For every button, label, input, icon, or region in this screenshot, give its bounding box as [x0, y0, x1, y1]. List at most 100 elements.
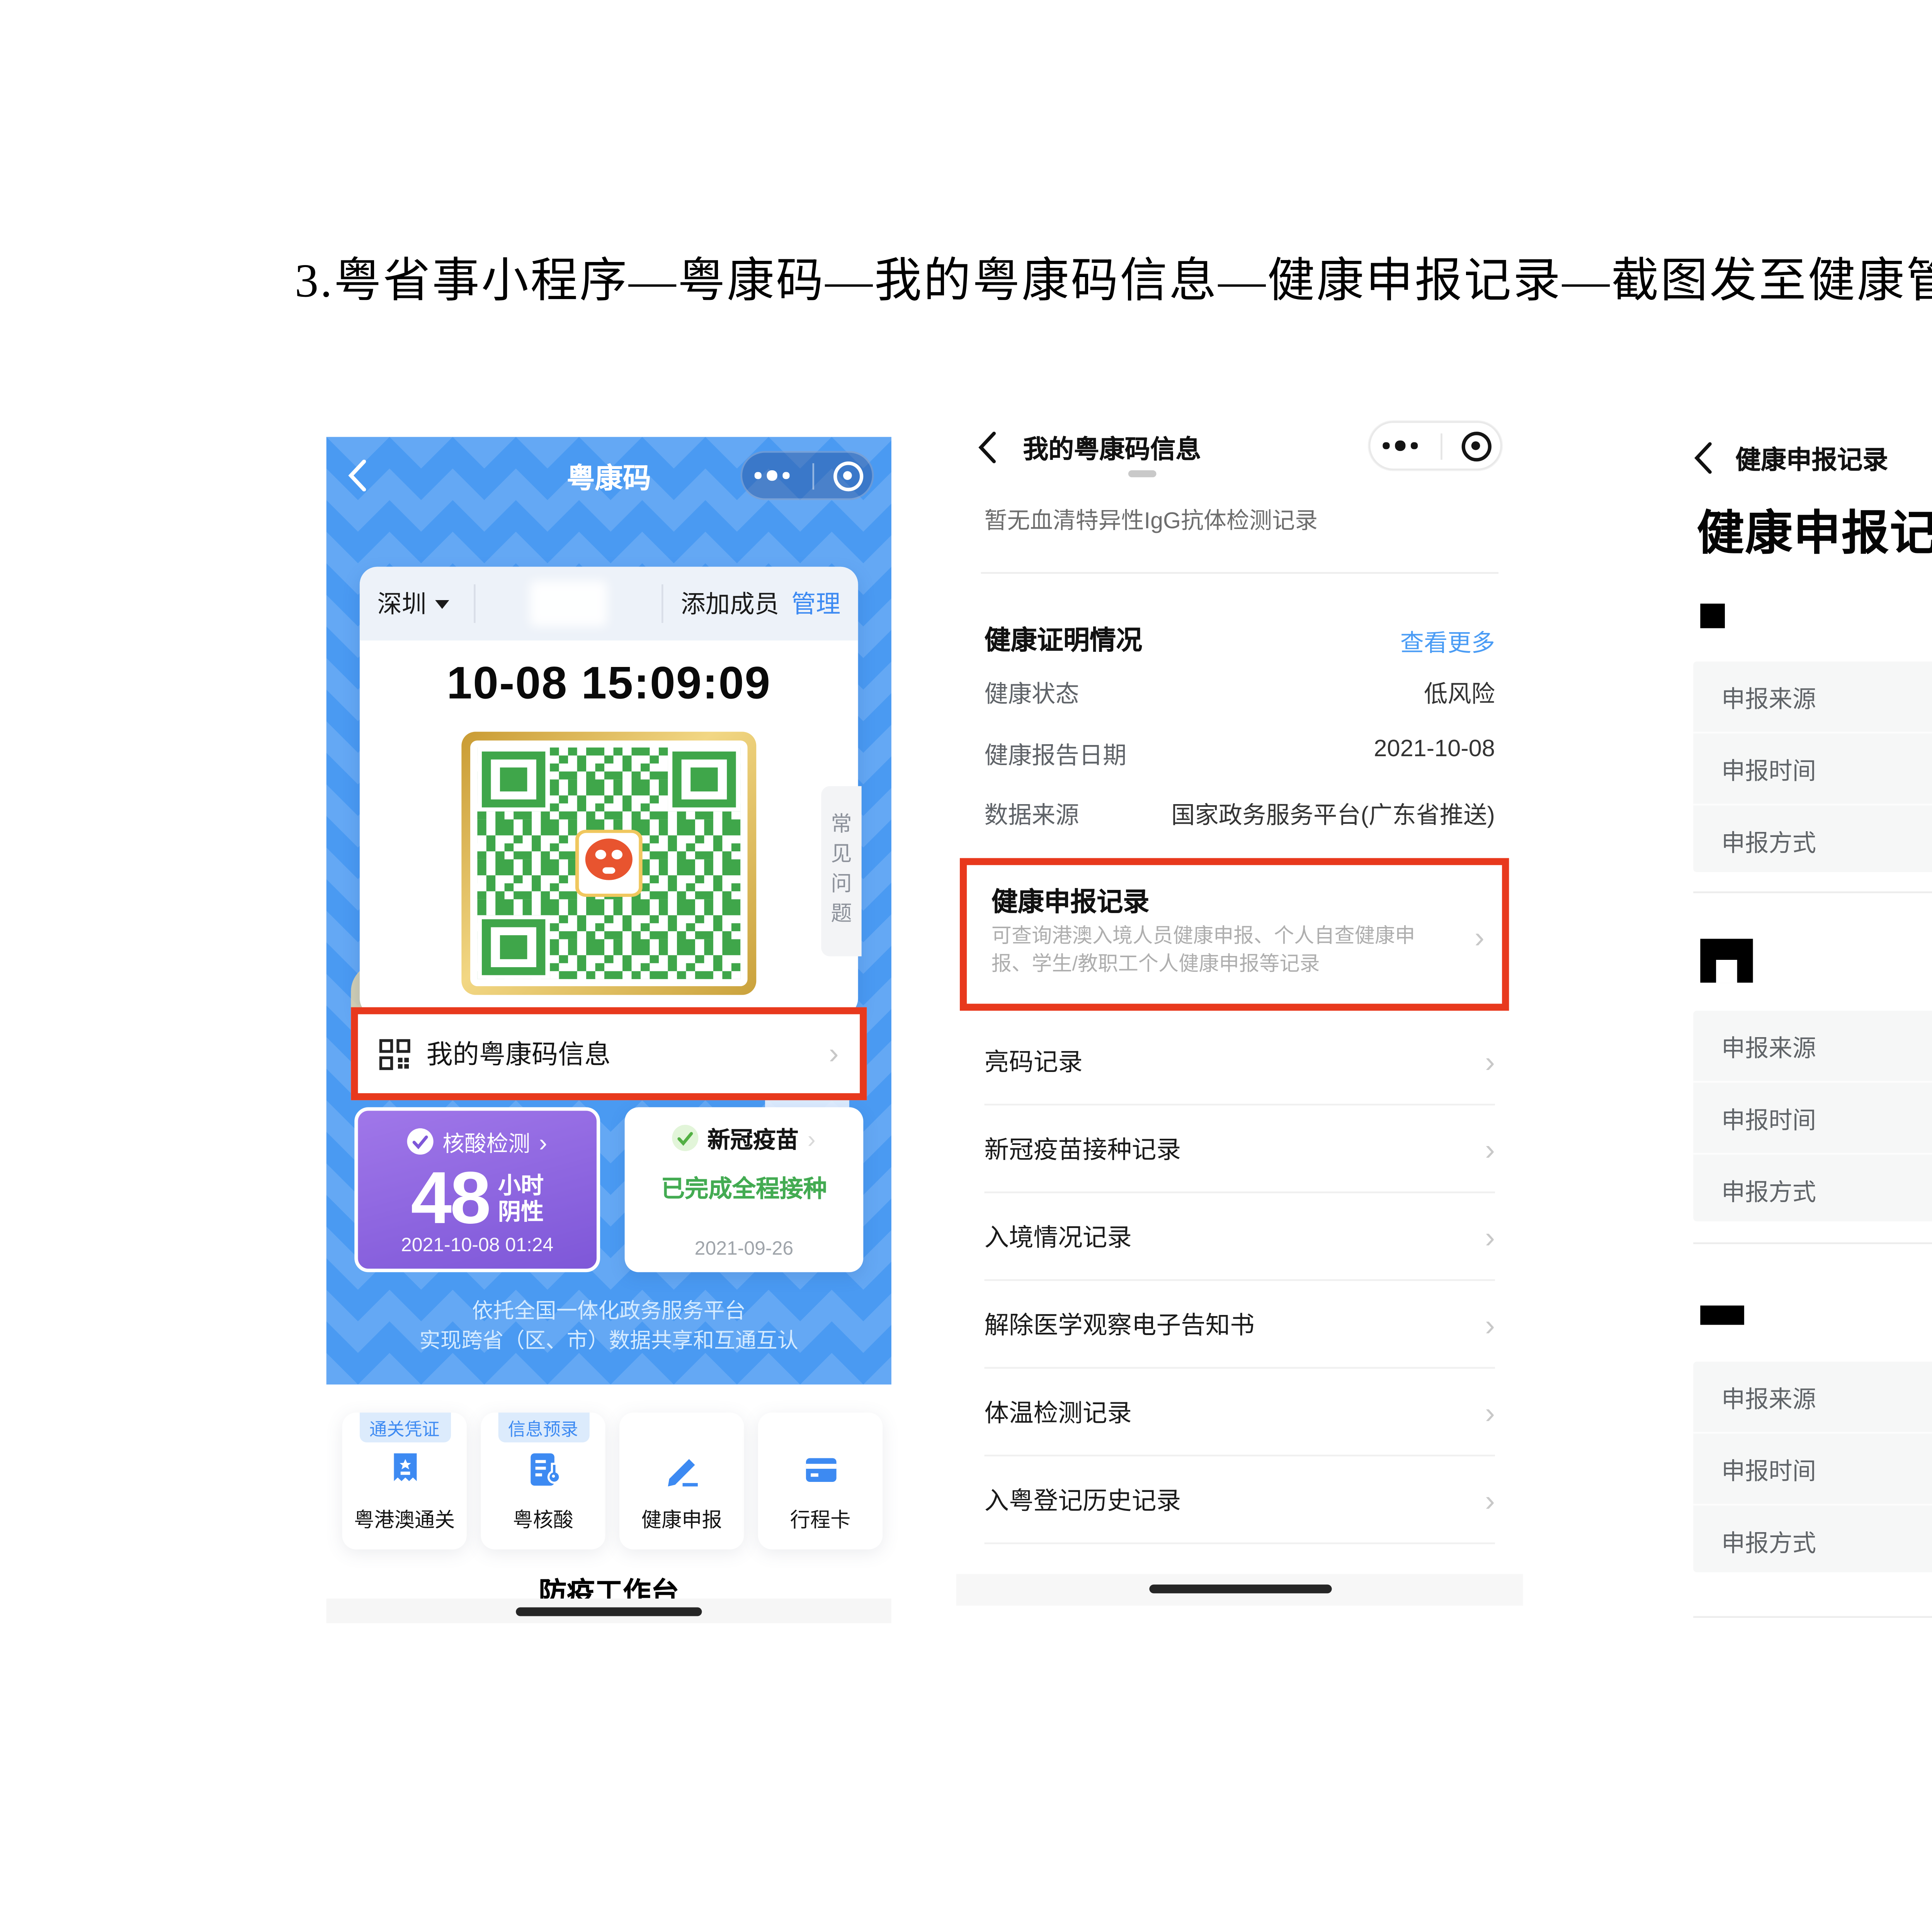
record-row-label: 申报方式 — [1721, 823, 1816, 858]
redacted-name — [1700, 604, 1725, 628]
doc-flask-icon — [520, 1448, 566, 1493]
record-row: 申报来源 个人健康申报 — [1693, 1011, 1932, 1083]
platform-footer: 依托全国一体化政务服务平台 实现跨省（区、市）数据共享和互通互认 — [327, 1297, 891, 1356]
cert-row-label: 数据来源 — [985, 795, 1079, 830]
cert-row-label: 健康报告日期 — [985, 735, 1127, 771]
cert-row-value: 低风险 — [1424, 674, 1495, 709]
back-icon[interactable] — [1693, 442, 1713, 482]
record-card[interactable]: 申报来源 个人健康申报 申报时间 2021-10-08 15:18:21 申报方… — [1693, 662, 1932, 872]
footer-line2: 实现跨省（区、市）数据共享和互通互认 — [327, 1327, 891, 1356]
record-row-label: 申报来源 — [1721, 679, 1816, 714]
vaccine-status: 已完成全程接种 — [625, 1169, 864, 1204]
screenshot-declare-records: 健康申报记录 健康申报记录 全部来源 正常 申报来源 个人健康申报 — [1676, 418, 1932, 1625]
zigzag-background: 粤康码 深圳 添加成员 管理 — [327, 437, 891, 1385]
back-icon[interactable] — [977, 432, 997, 472]
menu-item-label: 新冠疫苗接种记录 — [985, 1132, 1181, 1167]
home-indicator[interactable] — [516, 1607, 702, 1616]
footer-line1: 依托全国一体化政务服务平台 — [327, 1297, 891, 1327]
page-title: 健康申报记录 — [1697, 495, 1932, 563]
divider — [981, 572, 1498, 574]
record-row: 申报来源 个人健康申报 — [1693, 1362, 1932, 1434]
declare-title: 健康申报记录 — [992, 883, 1150, 919]
miniprogram-capsule — [740, 451, 874, 500]
declare-records-entry[interactable]: 健康申报记录 可查询港澳入境人员健康申报、个人自查健康申报、学生/教职工个人健康… — [960, 858, 1509, 1011]
service-label: 粤核酸 — [481, 1505, 605, 1534]
check-circle-icon — [672, 1125, 699, 1151]
record-row: 申报来源 个人健康申报 — [1693, 662, 1932, 733]
screenshot-my-code-info: 我的粤康码信息 暂无血清特异性IgG抗体检测记录 健康证明情况 查看更多 健康状… — [956, 407, 1523, 1621]
qr-code — [461, 732, 756, 995]
service-xingchengka[interactable]: 行程卡 — [758, 1413, 883, 1550]
service-yuegangao[interactable]: 通关凭证 粤港澳通关 — [342, 1413, 467, 1550]
divider — [474, 584, 476, 623]
service-label: 健康申报 — [619, 1505, 744, 1534]
chevron-right-icon — [1485, 1222, 1495, 1252]
record-header[interactable]: 正常 — [1700, 937, 1932, 983]
close-target-icon[interactable] — [1461, 431, 1491, 461]
igg-empty-note: 暂无血清特异性IgG抗体检测记录 — [985, 502, 1318, 535]
record-header[interactable]: 正常 — [1700, 593, 1932, 639]
add-member-button[interactable]: 添加成员 — [681, 586, 779, 621]
nucleic-test-card[interactable]: 核酸检测 48 小时 阴性 2021-10-08 01:24 — [354, 1107, 600, 1272]
cert-row: 健康报告日期 2021-10-08 — [985, 735, 1495, 771]
more-icon[interactable] — [752, 471, 793, 480]
nucleic-result: 阴性 — [498, 1199, 544, 1225]
close-target-icon[interactable] — [833, 461, 862, 490]
screenshot-yuekangma: 粤康码 深圳 添加成员 管理 — [327, 437, 891, 1623]
member-bar: 深圳 添加成员 管理 — [360, 567, 858, 641]
record-row-label: 申报来源 — [1721, 1379, 1816, 1414]
manage-button[interactable]: 管理 — [791, 586, 840, 621]
cert-row-label: 健康状态 — [985, 674, 1079, 709]
records-menu: 亮码记录 新冠疫苗接种记录 入境情况记录 解除医学观察电子告知书 体温检测记录 … — [956, 1018, 1523, 1544]
record-header[interactable]: 正常 — [1700, 1291, 1932, 1337]
service-jiankangshenbao[interactable]: 健康申报 — [619, 1413, 744, 1550]
service-yuehesuan[interactable]: 信息预录 粤核酸 — [481, 1413, 605, 1550]
nav-bar: 粤康码 — [327, 451, 891, 500]
menu-item-vaccine-records[interactable]: 新冠疫苗接种记录 — [956, 1106, 1523, 1193]
record-row-label: 申报方式 — [1721, 1172, 1816, 1207]
home-indicator[interactable] — [1148, 1585, 1331, 1594]
nucleic-time: 2021-10-08 01:24 — [358, 1235, 597, 1256]
divider — [662, 584, 663, 623]
record-row-label: 申报方式 — [1721, 1523, 1816, 1558]
cert-section-header: 健康证明情况 查看更多 — [985, 621, 1495, 658]
my-code-info-row[interactable]: 我的粤康码信息 — [351, 1007, 867, 1101]
record-row: 申报时间 2021-09-22 10:47:56 — [1693, 1434, 1932, 1505]
menu-item-entry-records[interactable]: 入境情况记录 — [956, 1193, 1523, 1281]
scroll-remnant — [1128, 470, 1156, 477]
chevron-right-icon — [539, 1129, 547, 1154]
chevron-right-icon — [1485, 1135, 1495, 1164]
qr-pattern — [477, 748, 740, 979]
record-row-label: 申报来源 — [1721, 1028, 1816, 1063]
menu-item-ruyue-history[interactable]: 入粤登记历史记录 — [956, 1456, 1523, 1544]
record-card[interactable]: 申报来源 个人健康申报 申报时间 2021-09-22 15:26:16 申报方… — [1693, 1011, 1932, 1221]
redacted-name-blur — [530, 581, 607, 626]
nav-bar: 我的粤康码信息 — [956, 425, 1523, 470]
record-row: 申报时间 2021-09-22 15:26:16 — [1693, 1083, 1932, 1155]
cert-row: 健康状态 低风险 — [985, 674, 1495, 709]
qr-lion-logo — [577, 832, 641, 895]
service-label: 粤港澳通关 — [342, 1505, 467, 1534]
redacted-name — [1700, 1305, 1744, 1324]
menu-item-medical-release[interactable]: 解除医学观察电子告知书 — [956, 1281, 1523, 1369]
menu-item-liangma[interactable]: 亮码记录 — [956, 1018, 1523, 1106]
menu-item-temperature[interactable]: 体温检测记录 — [956, 1369, 1523, 1456]
capsule-divider — [1440, 432, 1442, 459]
service-shortcuts: 通关凭证 粤港澳通关 信息预录 粤核酸 — [342, 1413, 883, 1550]
chevron-right-icon — [1485, 1398, 1495, 1427]
caret-down-icon — [435, 599, 449, 608]
miniprogram-capsule — [1369, 421, 1502, 470]
chevron-right-icon — [808, 1126, 816, 1150]
nucleic-unit: 小时 — [498, 1172, 544, 1198]
chevron-right-icon — [1475, 923, 1485, 953]
menu-item-label: 解除医学观察电子告知书 — [985, 1307, 1255, 1342]
record-card[interactable]: 申报来源 个人健康申报 申报时间 2021-09-22 10:47:56 申报方… — [1693, 1362, 1932, 1572]
capsule-divider — [812, 463, 814, 489]
more-icon[interactable] — [1380, 441, 1421, 451]
faq-tab[interactable]: 常见问题 — [821, 786, 861, 956]
redacted-name — [1700, 938, 1753, 982]
city-selector[interactable]: 深圳 — [377, 586, 426, 621]
view-more-link[interactable]: 查看更多 — [1400, 622, 1495, 657]
service-badge: 通关凭证 — [359, 1413, 450, 1442]
vaccine-card[interactable]: 新冠疫苗 已完成全程接种 2021-09-26 — [625, 1107, 864, 1272]
